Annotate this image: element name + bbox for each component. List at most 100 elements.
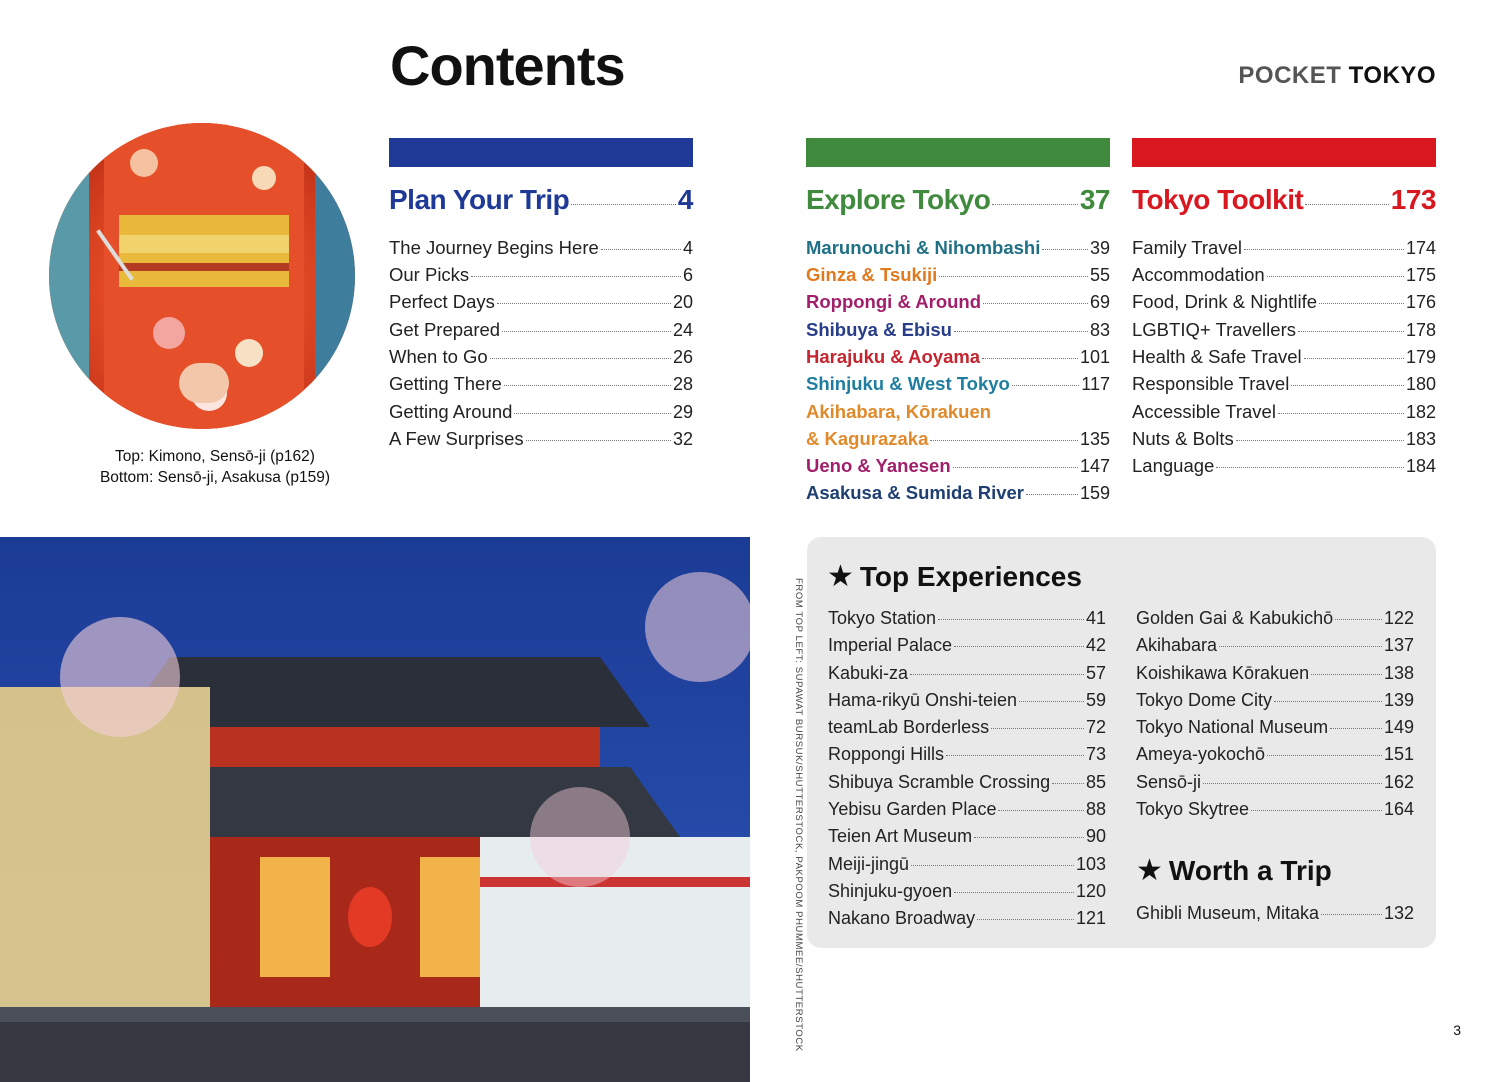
- toc-entry-label: Imperial Palace: [828, 635, 953, 656]
- toc-entry[interactable]: Family Travel 174: [1132, 234, 1436, 261]
- dot-leader: [998, 810, 1084, 812]
- toc-entry[interactable]: Koishikawa Kōrakuen 138: [1136, 660, 1414, 687]
- plan-color-bar: [389, 138, 693, 167]
- dot-leader: [1052, 782, 1084, 784]
- toc-entry[interactable]: Golden Gai & Kabukichō 122: [1136, 605, 1414, 632]
- explore-list: Marunouchi & Nihombashi 39 Ginza & Tsukiji…: [806, 234, 1110, 507]
- toc-entry-page: 26: [672, 346, 693, 367]
- toc-entry[interactable]: Accessible Travel 182: [1132, 398, 1436, 425]
- toc-entry[interactable]: The Journey Begins Here 4: [389, 234, 693, 261]
- toc-entry[interactable]: Accommodation 175: [1132, 261, 1436, 288]
- toc-entry[interactable]: Tokyo Skytree 164: [1136, 796, 1414, 823]
- toc-entry[interactable]: & Kagurazaka 135: [806, 425, 1110, 452]
- toc-entry[interactable]: Tokyo Station 41: [828, 605, 1106, 632]
- toc-entry-page: 183: [1405, 428, 1436, 449]
- toc-entry-label: & Kagurazaka: [806, 427, 929, 449]
- dot-leader: [1297, 330, 1404, 332]
- dot-leader: [496, 303, 671, 305]
- caption-bottom: Bottom: Sensō-ji, Asakusa (p159): [99, 469, 331, 486]
- dot-leader: [489, 357, 671, 359]
- toc-entry-label: Getting Around: [389, 400, 513, 422]
- dot-leader: [1251, 810, 1382, 812]
- toc-entry-page: 151: [1383, 744, 1414, 765]
- toc-entry[interactable]: Shibuya Scramble Crossing 85: [828, 769, 1106, 796]
- toc-entry[interactable]: Our Picks 6: [389, 261, 693, 288]
- toc-entry[interactable]: Imperial Palace 42: [828, 632, 1106, 659]
- toc-entry-label: Kabuki-za: [828, 662, 909, 683]
- toc-entry-page: 42: [1085, 635, 1106, 656]
- toolkit-heading[interactable]: Tokyo Toolkit 173: [1132, 184, 1437, 216]
- plan-heading[interactable]: Plan Your Trip 4: [389, 184, 694, 216]
- toc-entry-label: Perfect Days: [389, 291, 495, 313]
- toc-entry[interactable]: Nuts & Bolts 183: [1132, 425, 1436, 452]
- toc-entry-label: Accommodation: [1132, 264, 1265, 286]
- toc-entry-label: Harajuku & Aoyama: [806, 345, 981, 367]
- toc-entry[interactable]: Health & Safe Travel 179: [1132, 343, 1436, 370]
- toc-entry[interactable]: A Few Surprises 32: [389, 425, 693, 452]
- dot-leader: [1042, 248, 1088, 250]
- toc-entry[interactable]: Responsible Travel 180: [1132, 370, 1436, 397]
- dot-leader: [1266, 276, 1404, 278]
- dot-leader: [946, 755, 1084, 757]
- plan-heading-page: 4: [677, 184, 694, 215]
- dot-leader: [503, 385, 671, 387]
- explore-color-bar: [806, 138, 1110, 167]
- toc-entry[interactable]: Ueno & Yanesen 147: [806, 452, 1110, 479]
- toc-entry[interactable]: Perfect Days 20: [389, 288, 693, 315]
- photo-credit: FROM TOP LEFT: SUPAWAT BURSUK/SHUTTERSTO…: [793, 578, 804, 1052]
- toc-entry[interactable]: Akihabara, Kōrakuen: [806, 398, 1110, 425]
- toc-entry[interactable]: Ginza & Tsukiji 55: [806, 261, 1110, 288]
- toc-entry-page: 174: [1405, 237, 1436, 258]
- explore-heading[interactable]: Explore Tokyo 37: [806, 184, 1111, 216]
- toc-entry[interactable]: Harajuku & Aoyama 101: [806, 343, 1110, 370]
- dot-leader: [471, 276, 681, 278]
- toc-entry[interactable]: Teien Art Museum 90: [828, 823, 1106, 850]
- toc-entry[interactable]: Sensō-ji 162: [1136, 769, 1414, 796]
- toc-entry[interactable]: Language 184: [1132, 452, 1436, 479]
- toc-entry[interactable]: Shibuya & Ebisu 83: [806, 316, 1110, 343]
- dot-leader: [525, 439, 671, 441]
- toc-entry-label: Ghibli Museum, Mitaka: [1136, 903, 1320, 923]
- dot-leader: [982, 357, 1078, 359]
- toc-entry-label: Tokyo National Museum: [1136, 717, 1329, 738]
- toc-entry[interactable]: Hama-rikyū Onshi-teien 59: [828, 687, 1106, 714]
- toc-entry[interactable]: Marunouchi & Nihombashi 39: [806, 234, 1110, 261]
- toc-entry[interactable]: Roppongi & Around 69: [806, 288, 1110, 315]
- toc-entry[interactable]: Tokyo National Museum 149: [1136, 714, 1414, 741]
- toc-entry[interactable]: Shinjuku & West Tokyo 117: [806, 370, 1110, 397]
- tokyo-toolkit-section: Tokyo Toolkit 173 Family Travel 174 Accomm…: [1132, 138, 1437, 479]
- toc-entry[interactable]: When to Go 26: [389, 343, 693, 370]
- toc-entry[interactable]: Ameya-yokochō 151: [1136, 741, 1414, 768]
- toc-entry-page: 184: [1405, 456, 1436, 477]
- toc-entry-label: The Journey Begins Here: [389, 236, 599, 258]
- toc-entry[interactable]: Getting There 28: [389, 370, 693, 397]
- toc-entry-page: 103: [1075, 853, 1106, 874]
- toc-entry-label: Getting There: [389, 373, 502, 395]
- toc-entry[interactable]: Food, Drink & Nightlife 176: [1132, 288, 1436, 315]
- toc-entry[interactable]: Meiji-jingū 103: [828, 851, 1106, 878]
- toc-entry-label: Shinjuku-gyoen: [828, 880, 953, 901]
- toc-entry[interactable]: Nakano Broadway 121: [828, 905, 1106, 932]
- toc-entry[interactable]: Kabuki-za 57: [828, 660, 1106, 687]
- toc-entry-label: Golden Gai & Kabukichō: [1136, 608, 1334, 628]
- toc-entry[interactable]: teamLab Borderless 72: [828, 714, 1106, 741]
- toc-entry[interactable]: LGBTIQ+ Travellers 178: [1132, 316, 1436, 343]
- toc-entry[interactable]: Getting Around 29: [389, 398, 693, 425]
- toc-entry[interactable]: Roppongi Hills 73: [828, 741, 1106, 768]
- toc-entry-page: 135: [1079, 428, 1110, 449]
- toc-entry[interactable]: Get Prepared 24: [389, 316, 693, 343]
- toc-entry[interactable]: Akihabara 137: [1136, 632, 1414, 659]
- sensoji-illustration: [0, 537, 750, 1082]
- dot-leader: [910, 673, 1084, 675]
- dot-leader: [954, 646, 1084, 648]
- toc-entry[interactable]: Asakusa & Sumida River 159: [806, 479, 1110, 506]
- toc-entry[interactable]: Yebisu Garden Place 88: [828, 796, 1106, 823]
- toc-entry[interactable]: Tokyo Dome City 139: [1136, 687, 1414, 714]
- top-experiences-panel: ★ Top Experiences Tokyo Station 41 Imperia…: [807, 537, 1436, 948]
- toc-entry-page: 120: [1075, 880, 1106, 901]
- dot-leader: [1274, 700, 1382, 702]
- toc-entry[interactable]: Shinjuku-gyoen 120: [828, 878, 1106, 905]
- toc-entry-label: Ginza & Tsukiji: [806, 264, 938, 286]
- toc-entry-label: Akihabara, Kōrakuen: [806, 400, 992, 422]
- toc-entry[interactable]: Ghibli Museum, Mitaka 132: [1136, 900, 1414, 927]
